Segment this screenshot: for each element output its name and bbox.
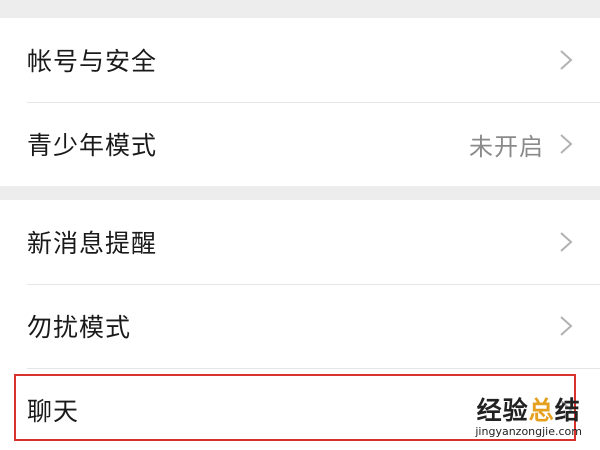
settings-item-right: 未开启 — [469, 102, 574, 186]
chevron-right-icon — [558, 133, 574, 155]
chevron-right-icon — [558, 231, 574, 253]
settings-item-do-not-disturb[interactable]: 勿扰模式 — [0, 284, 600, 368]
settings-item-label: 聊天 — [27, 397, 80, 426]
section-divider — [0, 0, 600, 18]
settings-group-notifications: 新消息提醒 勿扰模式 聊天 — [0, 200, 600, 450]
settings-item-right — [558, 200, 574, 284]
chevron-right-icon — [558, 315, 574, 337]
settings-item-account-security[interactable]: 帐号与安全 — [0, 18, 600, 102]
settings-item-new-message-alerts[interactable]: 新消息提醒 — [0, 200, 600, 284]
section-divider — [0, 186, 600, 200]
settings-item-right — [558, 368, 574, 450]
settings-item-label: 勿扰模式 — [27, 313, 132, 342]
settings-item-right — [558, 284, 574, 368]
settings-item-chat[interactable]: 聊天 — [0, 368, 600, 450]
settings-item-teen-mode[interactable]: 青少年模式 未开启 — [0, 102, 600, 186]
settings-item-label: 新消息提醒 — [27, 229, 158, 258]
settings-group-account: 帐号与安全 青少年模式 未开启 — [0, 18, 600, 186]
settings-item-right — [558, 18, 574, 102]
chevron-right-icon — [558, 399, 574, 421]
settings-item-label: 青少年模式 — [27, 131, 158, 160]
chevron-right-icon — [558, 49, 574, 71]
teen-mode-status: 未开启 — [469, 132, 544, 161]
settings-screen: 帐号与安全 青少年模式 未开启 新消息提醒 勿扰模式 聊天 经验总结 jingy… — [0, 0, 600, 450]
settings-item-label: 帐号与安全 — [27, 47, 158, 76]
